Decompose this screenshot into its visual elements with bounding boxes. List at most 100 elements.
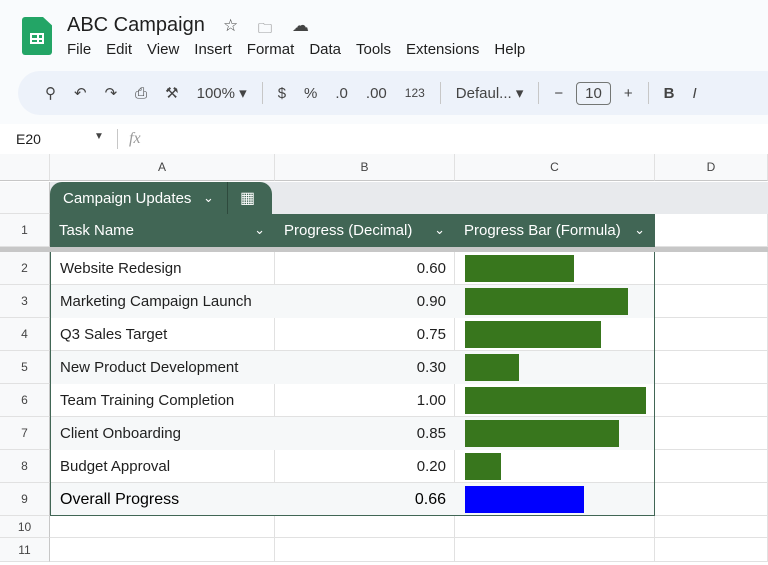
name-box-dropdown-icon[interactable]: ▼ bbox=[94, 131, 104, 142]
redo-icon[interactable]: ↷ bbox=[96, 84, 127, 102]
move-folder-icon[interactable]: 🗀 bbox=[258, 18, 272, 42]
row-header-6[interactable]: 6 bbox=[0, 384, 50, 417]
table-column-header[interactable]: Task Name ⌄ bbox=[50, 214, 275, 247]
formula-input[interactable] bbox=[150, 124, 760, 154]
progress-bar bbox=[465, 255, 574, 282]
row-header-5[interactable]: 5 bbox=[0, 351, 50, 384]
cell[interactable] bbox=[455, 538, 655, 562]
cell[interactable] bbox=[655, 538, 768, 562]
table-row[interactable]: Website Redesign 0.60 bbox=[50, 252, 655, 285]
print-icon[interactable]: ⎙ bbox=[126, 85, 156, 102]
cell[interactable] bbox=[655, 417, 768, 450]
progress-value: 0.90 bbox=[416, 293, 446, 310]
table-row[interactable]: Team Training Completion 1.00 bbox=[50, 384, 655, 417]
row-header-1[interactable]: 1 bbox=[0, 214, 50, 247]
decrease-decimal-button[interactable]: .0 bbox=[326, 85, 357, 102]
menu-file[interactable]: File bbox=[67, 41, 91, 58]
sheets-logo[interactable] bbox=[22, 17, 52, 55]
row-header-10[interactable]: 10 bbox=[0, 516, 50, 538]
cell[interactable] bbox=[655, 318, 768, 351]
table-row[interactable]: Budget Approval 0.20 bbox=[50, 450, 655, 483]
italic-button[interactable]: I bbox=[683, 85, 705, 102]
table-row[interactable]: Marketing Campaign Launch 0.90 bbox=[50, 285, 655, 318]
increase-decimal-button[interactable]: .00 bbox=[357, 85, 396, 102]
task-name: Website Redesign bbox=[60, 260, 182, 277]
menu-data[interactable]: Data bbox=[309, 41, 341, 58]
cell[interactable] bbox=[275, 538, 455, 562]
table-header-row: Task Name ⌄ Progress (Decimal) ⌄ Progress Ba… bbox=[50, 214, 655, 247]
menu-edit[interactable]: Edit bbox=[106, 41, 132, 58]
font-value: Defaul... bbox=[455, 85, 512, 102]
menu-extensions[interactable]: Extensions bbox=[406, 41, 479, 58]
divider bbox=[647, 82, 649, 104]
menu-insert[interactable]: Insert bbox=[194, 41, 232, 58]
row-header-blank[interactable] bbox=[0, 182, 50, 214]
font-size-decrease[interactable]: − bbox=[545, 85, 572, 102]
progress-bar bbox=[465, 420, 619, 447]
cell[interactable] bbox=[655, 214, 768, 247]
cell[interactable] bbox=[50, 516, 275, 538]
row-header-11[interactable]: 11 bbox=[0, 538, 50, 562]
table-name[interactable]: Campaign Updates bbox=[63, 190, 191, 207]
menu-tools[interactable]: Tools bbox=[356, 41, 391, 58]
document-title[interactable]: ABC Campaign bbox=[67, 14, 205, 37]
undo-icon[interactable]: ↶ bbox=[65, 84, 96, 102]
cell[interactable] bbox=[655, 285, 768, 318]
row-header-4[interactable]: 4 bbox=[0, 318, 50, 351]
font-size-input[interactable]: 10 bbox=[576, 81, 611, 105]
column-menu-chevron-icon[interactable]: ⌄ bbox=[634, 222, 645, 238]
column-header-b[interactable]: B bbox=[275, 154, 455, 181]
cell[interactable] bbox=[275, 516, 455, 538]
progress-value: 0.60 bbox=[416, 260, 446, 277]
cell[interactable] bbox=[655, 450, 768, 483]
percent-button[interactable]: % bbox=[295, 85, 326, 102]
row-header-8[interactable]: 8 bbox=[0, 450, 50, 483]
table-name-tab[interactable]: Campaign Updates ⌄ ▦ bbox=[50, 182, 272, 214]
column-header-a[interactable]: A bbox=[50, 154, 275, 181]
cell[interactable] bbox=[455, 516, 655, 538]
column-title: Progress Bar (Formula) bbox=[464, 222, 621, 239]
menu-format[interactable]: Format bbox=[247, 41, 295, 58]
cell[interactable] bbox=[655, 483, 768, 516]
divider bbox=[439, 82, 441, 104]
row-header-2[interactable]: 2 bbox=[0, 252, 50, 285]
menu-view[interactable]: View bbox=[147, 41, 179, 58]
font-select[interactable]: Defaul... ▾ bbox=[447, 84, 533, 102]
search-icon[interactable]: ⚲ bbox=[36, 84, 65, 102]
table-menu-chevron-icon[interactable]: ⌄ bbox=[203, 190, 214, 206]
divider bbox=[227, 182, 228, 214]
cell[interactable] bbox=[655, 384, 768, 417]
task-name: New Product Development bbox=[60, 359, 239, 376]
currency-button[interactable]: $ bbox=[269, 85, 295, 102]
cloud-saved-icon[interactable]: ☁ bbox=[292, 16, 309, 36]
row-header-7[interactable]: 7 bbox=[0, 417, 50, 450]
cell[interactable] bbox=[655, 351, 768, 384]
progress-bar bbox=[465, 387, 646, 414]
column-menu-chevron-icon[interactable]: ⌄ bbox=[254, 222, 265, 238]
table-calculator-icon[interactable]: ▦ bbox=[240, 188, 255, 208]
table-row[interactable]: Client Onboarding 0.85 bbox=[50, 417, 655, 450]
star-icon[interactable]: ☆ bbox=[223, 16, 238, 36]
table-column-header[interactable]: Progress (Decimal) ⌄ bbox=[275, 214, 455, 247]
row-header-9[interactable]: 9 bbox=[0, 483, 50, 516]
table-row[interactable]: Q3 Sales Target 0.75 bbox=[50, 318, 655, 351]
bold-button[interactable]: B bbox=[655, 85, 684, 102]
cell[interactable] bbox=[655, 252, 768, 285]
column-header-d[interactable]: D bbox=[655, 154, 768, 181]
zoom-select[interactable]: 100% ▾ bbox=[188, 84, 256, 102]
total-row[interactable]: Overall Progress 0.66 bbox=[50, 483, 655, 516]
table-column-header[interactable]: Progress Bar (Formula) ⌄ bbox=[455, 214, 655, 247]
column-menu-chevron-icon[interactable]: ⌄ bbox=[434, 222, 445, 238]
cell[interactable] bbox=[50, 538, 275, 562]
select-all-corner[interactable] bbox=[0, 154, 50, 181]
column-title: Task Name bbox=[59, 222, 135, 239]
column-header-c[interactable]: C bbox=[455, 154, 655, 181]
cell[interactable] bbox=[655, 516, 768, 538]
number-format-button[interactable]: 123 bbox=[396, 86, 434, 100]
name-box[interactable]: E20 bbox=[16, 131, 41, 147]
row-header-3[interactable]: 3 bbox=[0, 285, 50, 318]
table-row[interactable]: New Product Development 0.30 bbox=[50, 351, 655, 384]
font-size-increase[interactable]: + bbox=[615, 85, 642, 102]
menu-help[interactable]: Help bbox=[494, 41, 525, 58]
paint-format-icon[interactable]: ⚒ bbox=[156, 84, 187, 102]
